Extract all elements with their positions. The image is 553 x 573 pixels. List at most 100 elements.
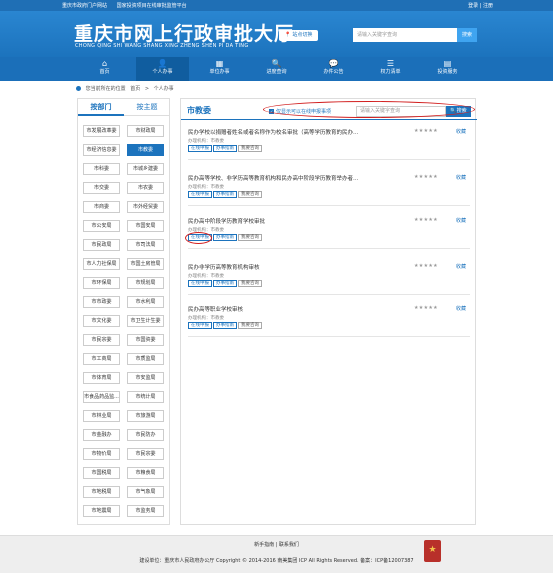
department-item[interactable]: 市民宗委 — [83, 334, 120, 346]
guide-button[interactable]: 办事指南 — [213, 191, 237, 198]
department-item[interactable]: 市公安局 — [83, 220, 120, 232]
guide-button[interactable]: 办事指南 — [213, 280, 237, 287]
department-item[interactable]: 市市政委 — [83, 296, 120, 308]
department-item[interactable]: 市人力社保局 — [83, 258, 120, 270]
department-item[interactable]: 市交委 — [83, 182, 120, 194]
department-item[interactable]: 市地税局 — [83, 486, 120, 498]
footer-links[interactable]: 新手指南 | 联系我们 — [0, 541, 553, 548]
guide-button[interactable]: 办事指南 — [213, 145, 237, 152]
service-actions: 在线申报 办事指南 我要咨询 — [188, 145, 470, 152]
service-agency: 办理机构：市教委 — [188, 228, 224, 233]
footer: 新手指南 | 联系我们 建设单位：重庆市人民政府办公厅 Copyright © … — [0, 535, 553, 573]
nav-home[interactable]: ⌂ 首页 — [78, 57, 131, 81]
online-apply-button[interactable]: 在线申报 — [188, 322, 212, 329]
department-item[interactable]: 市民宗委 — [127, 448, 164, 460]
department-item[interactable]: 市国税局 — [83, 467, 120, 479]
favorite-link[interactable]: 收藏 — [456, 174, 466, 181]
department-item[interactable]: 市粮食局 — [127, 467, 164, 479]
department-item[interactable]: 市文化委 — [83, 315, 120, 327]
breadcrumb-separator: > — [144, 86, 150, 92]
department-item[interactable]: 市国土房管局 — [127, 258, 164, 270]
department-item[interactable]: 市国资委 — [127, 334, 164, 346]
department-item[interactable]: 市安监局 — [127, 372, 164, 384]
consult-button[interactable]: 我要咨询 — [238, 280, 262, 287]
consult-button[interactable]: 我要咨询 — [238, 234, 262, 241]
guide-button[interactable]: 办事指南 — [213, 234, 237, 241]
department-item[interactable]: 市发展改革委 — [83, 125, 120, 137]
department-item[interactable]: 市教委 — [127, 144, 164, 156]
department-item[interactable]: 市水利局 — [127, 296, 164, 308]
department-item[interactable]: 市林业局 — [83, 410, 120, 422]
service-actions: 在线申报 办事指南 我要咨询 — [188, 322, 470, 329]
online-apply-button[interactable]: 在线申报 — [188, 145, 212, 152]
department-item[interactable]: 市监务局 — [127, 505, 164, 517]
nav-announcements[interactable]: 💬 办件公告 — [307, 57, 360, 81]
department-item[interactable]: 市卫生计生委 — [127, 315, 164, 327]
nav-progress[interactable]: 🔍 进度查询 — [250, 57, 303, 81]
department-item[interactable]: 市外经贸委 — [127, 201, 164, 213]
nav-power-list[interactable]: ☰ 权力清单 — [364, 57, 417, 81]
consult-button[interactable]: 我要咨询 — [238, 322, 262, 329]
department-item[interactable]: 市工商局 — [83, 353, 120, 365]
department-item[interactable]: 市农委 — [127, 182, 164, 194]
online-apply-button[interactable]: 在线申报 — [188, 280, 212, 287]
chat-icon: 💬 — [328, 59, 339, 68]
service-actions: 在线申报 办事指南 我要咨询 — [188, 191, 470, 198]
department-item[interactable]: 市体育局 — [83, 372, 120, 384]
department-item[interactable]: 市国安局 — [127, 220, 164, 232]
department-item[interactable]: 市财政局 — [127, 125, 164, 137]
department-item[interactable]: 市司法局 — [127, 239, 164, 251]
divider — [188, 159, 470, 160]
site-title[interactable]: 重庆市网上行政审批大厅 — [74, 19, 294, 46]
guide-button[interactable]: 办事指南 — [213, 322, 237, 329]
rating-stars: ★★★★★ — [414, 263, 438, 269]
nav-investment[interactable]: ▤ 投资服务 — [421, 57, 474, 81]
login-register-link[interactable]: 登录 | 注册 — [468, 2, 493, 9]
tab-by-theme[interactable]: 按主题 — [124, 99, 170, 116]
divider — [188, 294, 470, 295]
department-item[interactable]: 市城乡建委 — [127, 163, 164, 175]
department-item[interactable]: 市食品药品监... — [83, 391, 120, 403]
department-item[interactable]: 市科委 — [83, 163, 120, 175]
service-agency: 办理机构：市教委 — [188, 139, 224, 144]
department-item[interactable]: 市地震局 — [83, 505, 120, 517]
nav-label: 办件公告 — [323, 69, 344, 75]
invest-platform-link[interactable]: 国家投资项目在线审批监管平台 — [117, 3, 187, 9]
consult-button[interactable]: 我要咨询 — [238, 191, 262, 198]
emblem-icon: ★ — [424, 540, 441, 562]
service-agency: 办理机构：市教委 — [188, 316, 224, 321]
department-item[interactable]: 市商委 — [83, 201, 120, 213]
online-apply-button[interactable]: 在线申报 — [188, 191, 212, 198]
favorite-link[interactable]: 收藏 — [456, 263, 466, 270]
global-search-button[interactable]: 搜索 — [457, 28, 477, 42]
favorite-link[interactable]: 收藏 — [456, 305, 466, 312]
nav-organization[interactable]: ▦ 单位办事 — [193, 57, 246, 81]
consult-button[interactable]: 我要咨询 — [238, 145, 262, 152]
tab-by-department[interactable]: 按部门 — [78, 99, 124, 116]
department-item[interactable]: 市规划局 — [127, 277, 164, 289]
nav-label: 进度查询 — [266, 69, 287, 75]
top-strip: 重庆市政府门户网站 国家投资项目在线审批监管平台 登录 | 注册 — [0, 0, 553, 11]
breadcrumb-home[interactable]: 首页 — [130, 86, 140, 92]
home-icon: ⌂ — [101, 59, 108, 68]
department-item[interactable]: 市质监局 — [127, 353, 164, 365]
nav-personal[interactable]: 👤 个人办事 — [136, 57, 189, 81]
department-item[interactable]: 市统计局 — [127, 391, 164, 403]
department-item[interactable]: 市金融办 — [83, 429, 120, 441]
department-item[interactable]: 市经济信息委 — [83, 144, 120, 156]
department-item[interactable]: 市民政局 — [83, 239, 120, 251]
department-tabs: 按部门 按主题 — [78, 99, 169, 116]
service-item: 民办高等学校、非学历高等教育机构和民办高中阶段学历教育举办者… ★★★★★ 收藏 办理… — [188, 174, 470, 206]
department-item[interactable]: 市气象局 — [127, 486, 164, 498]
department-item[interactable]: 市物价局 — [83, 448, 120, 460]
site-switch-button[interactable]: 📍 站点切换 — [279, 30, 318, 41]
service-actions: 在线申报 办事指南 我要咨询 — [188, 234, 470, 241]
service-actions: 在线申报 办事指南 我要咨询 — [188, 280, 470, 287]
department-item[interactable]: 市旅游局 — [127, 410, 164, 422]
favorite-link[interactable]: 收藏 — [456, 217, 466, 224]
global-search-input[interactable]: 请输入关键字查询 — [353, 28, 457, 42]
department-item[interactable]: 市民防办 — [127, 429, 164, 441]
gov-portal-link[interactable]: 重庆市政府门户网站 — [62, 3, 107, 9]
favorite-link[interactable]: 收藏 — [456, 128, 466, 135]
department-item[interactable]: 市环保局 — [83, 277, 120, 289]
